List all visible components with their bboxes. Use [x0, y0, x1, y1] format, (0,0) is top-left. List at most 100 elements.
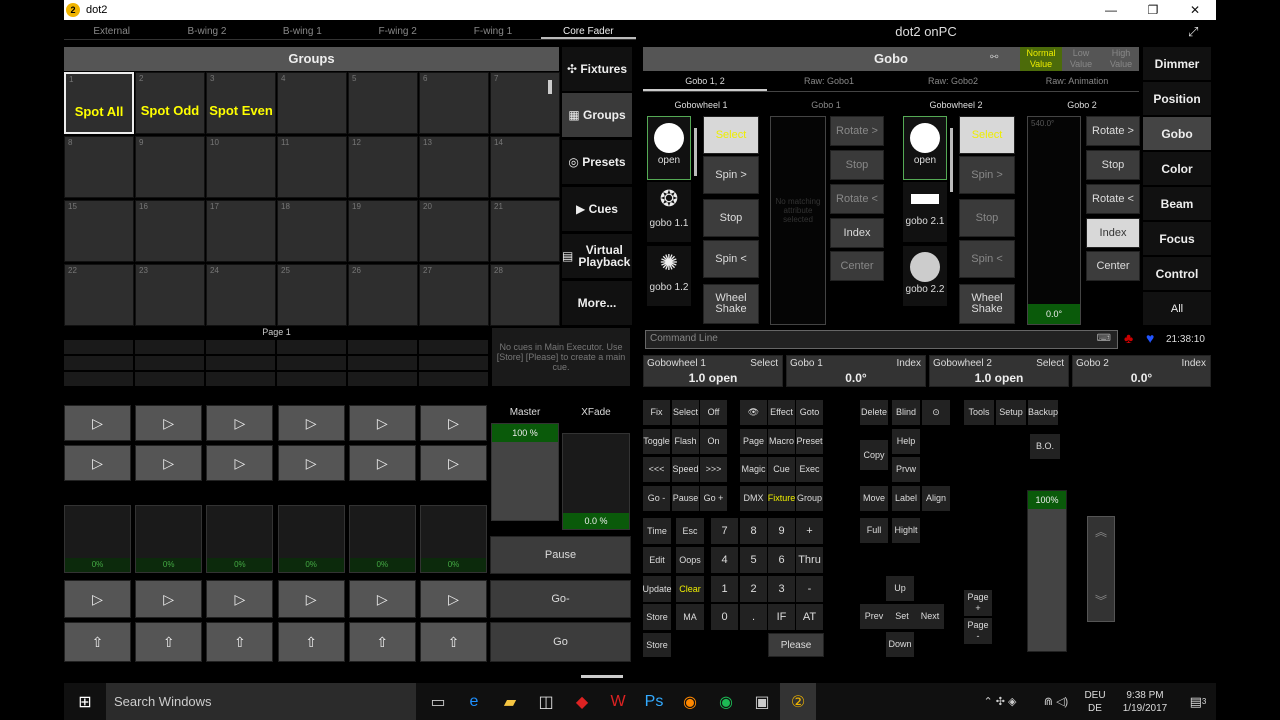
key-r4-3[interactable]: DMX	[740, 486, 767, 511]
file-explorer-icon[interactable]: ▰	[492, 683, 528, 720]
group-cell[interactable]: 26	[348, 264, 418, 326]
low-value-button[interactable]: Low Value	[1062, 47, 1100, 71]
group-cell[interactable]: 12	[348, 136, 418, 198]
executor-fader[interactable]: 0%	[135, 505, 203, 573]
num-key-16[interactable]: 3	[768, 576, 795, 602]
tools-key-0[interactable]: Tools	[964, 400, 994, 425]
play-button[interactable]: ▷	[420, 405, 487, 441]
photoshop-icon[interactable]: Ps	[636, 683, 672, 720]
feature-0[interactable]: Dimmer	[1143, 47, 1211, 80]
key-r3-4[interactable]: Cue	[768, 457, 795, 482]
tab-external[interactable]: External	[64, 24, 159, 39]
key-r2-0[interactable]: Toggle	[643, 429, 670, 454]
wheel2-scrollbar[interactable]	[950, 128, 953, 192]
rotate-button[interactable]: Center	[830, 251, 884, 281]
tab-gobo12[interactable]: Gobo 1, 2	[643, 76, 767, 91]
group-cell[interactable]: 28	[490, 264, 560, 326]
gobo-tile-w1-1[interactable]: ❂ gobo 1.1	[647, 182, 691, 242]
function-key-3[interactable]: Copy	[860, 440, 888, 470]
gobo1-fader[interactable]: No matching attribute selected	[770, 116, 826, 325]
function-key-4[interactable]: Help	[892, 429, 920, 454]
group-cell[interactable]: 13	[419, 136, 489, 198]
link-icon[interactable]: ⚯	[990, 52, 998, 63]
attr-gobo1[interactable]: Gobo 1 Index 0.0°	[786, 355, 926, 387]
wheel-button[interactable]: Spin >	[703, 156, 759, 194]
play-button[interactable]: ▷	[64, 580, 131, 618]
go-minus-button[interactable]: Go-	[490, 580, 631, 618]
sidebar-item-cues[interactable]: ▶ Cues	[562, 187, 632, 231]
sidebar-item-presets[interactable]: ◎ Presets	[562, 140, 632, 184]
num-key-1[interactable]: Esc	[676, 518, 704, 544]
normal-value-button[interactable]: Normal Value	[1020, 47, 1062, 71]
grand-master-fader[interactable]: 100%	[1027, 490, 1067, 652]
edge-icon[interactable]: e	[456, 683, 492, 720]
executor-fader[interactable]: 0%	[277, 505, 345, 573]
rotate-button[interactable]: Center	[1086, 251, 1140, 281]
num-key-15[interactable]: 2	[740, 576, 767, 602]
gobo-tile-w1-open[interactable]: open	[647, 116, 691, 180]
rotate-button[interactable]: Rotate >	[1086, 116, 1140, 146]
key-r1-5[interactable]: Goto	[796, 400, 823, 425]
go-button[interactable]: Go	[490, 622, 631, 662]
gobo-tile-w1-2[interactable]: ✺ gobo 1.2	[647, 246, 691, 306]
play-button[interactable]: ▷	[206, 580, 274, 618]
play-button[interactable]: ▷	[135, 405, 203, 441]
key-r2-1[interactable]: Flash	[672, 429, 699, 454]
please-key[interactable]: Please	[768, 633, 824, 657]
group-cell[interactable]: 6	[419, 72, 489, 134]
group-cell[interactable]: 25	[277, 264, 347, 326]
flash-button[interactable]: ⇧	[206, 622, 274, 662]
num-key-11[interactable]: Thru	[796, 547, 823, 573]
task-view-icon[interactable]: ▭	[420, 683, 456, 720]
key-r4-2[interactable]: Go +	[700, 486, 727, 511]
wheel-button[interactable]: Stop	[703, 199, 759, 237]
close-button[interactable]: ✕	[1174, 0, 1216, 20]
sidebar-item-more[interactable]: More...	[562, 281, 632, 325]
nav-key-4[interactable]: Down	[886, 632, 914, 657]
master-fader[interactable]: 100 %	[491, 423, 559, 521]
rotate-button[interactable]: Index	[830, 218, 884, 248]
group-cell[interactable]: 23	[135, 264, 205, 326]
sidebar-item-groups[interactable]: ▦ Groups	[562, 93, 632, 137]
chevron-up-icon[interactable]: ︽	[1088, 517, 1114, 540]
grid-scrollbar[interactable]	[548, 80, 552, 94]
gobo-tile-w2-2[interactable]: gobo 2.2	[903, 246, 947, 306]
group-cell[interactable]: 4	[277, 72, 347, 134]
tab-bwing2[interactable]: B-wing 2	[159, 24, 254, 39]
taskbar-clock[interactable]: 9:38 PM 1/19/2017	[1110, 689, 1180, 715]
wheel-button[interactable]: Select	[959, 116, 1015, 154]
key-r4-5[interactable]: Group	[796, 486, 823, 511]
sidebar-item-fixtures[interactable]: ✣ Fixtures	[562, 47, 632, 91]
rotate-button[interactable]: Stop	[830, 150, 884, 180]
wheel-button[interactable]: Spin >	[959, 156, 1015, 194]
executor-fader[interactable]: 0%	[64, 505, 131, 573]
rotate-button[interactable]: Index	[1086, 218, 1140, 248]
tab-fwing1[interactable]: F-wing 1	[445, 24, 540, 39]
function-key-9[interactable]: Full	[860, 518, 888, 543]
sidebar-item-virtual-playback[interactable]: ▤ Virtual Playback	[562, 234, 632, 278]
tray-icons[interactable]: ⌃ ✣ ◈	[968, 683, 1032, 720]
command-line[interactable]: Command Line ⌨	[645, 330, 1118, 349]
key-r2-2[interactable]: On	[700, 429, 727, 454]
keyboard-icon[interactable]: ⌨	[1097, 333, 1111, 344]
maximize-button[interactable]: ❐	[1132, 0, 1174, 20]
pause-button[interactable]: Pause	[490, 536, 631, 574]
key-r1-2[interactable]: Off	[700, 400, 727, 425]
play-button[interactable]: ▷	[135, 445, 203, 481]
play-button[interactable]: ▷	[420, 445, 487, 481]
num-key-2[interactable]: 7	[711, 518, 738, 544]
num-key-10[interactable]: 6	[768, 547, 795, 573]
function-key-8[interactable]: Align	[922, 486, 950, 511]
scroll-indicator[interactable]	[581, 675, 623, 678]
tab-bwing1[interactable]: B-wing 1	[255, 24, 350, 39]
group-cell[interactable]: 8	[64, 136, 134, 198]
key-r4-4[interactable]: Fixture	[768, 486, 795, 511]
play-button[interactable]: ▷	[348, 580, 416, 618]
num-key-5[interactable]: +	[796, 518, 823, 544]
group-cell[interactable]: 27	[419, 264, 489, 326]
num-key-9[interactable]: 5	[740, 547, 767, 573]
fullscreen-icon[interactable]: ⤢	[1188, 24, 1198, 40]
app-red-icon[interactable]: ◆	[564, 683, 600, 720]
feature-2[interactable]: Gobo	[1143, 117, 1211, 150]
key-r1-3[interactable]: 👁	[740, 400, 767, 425]
